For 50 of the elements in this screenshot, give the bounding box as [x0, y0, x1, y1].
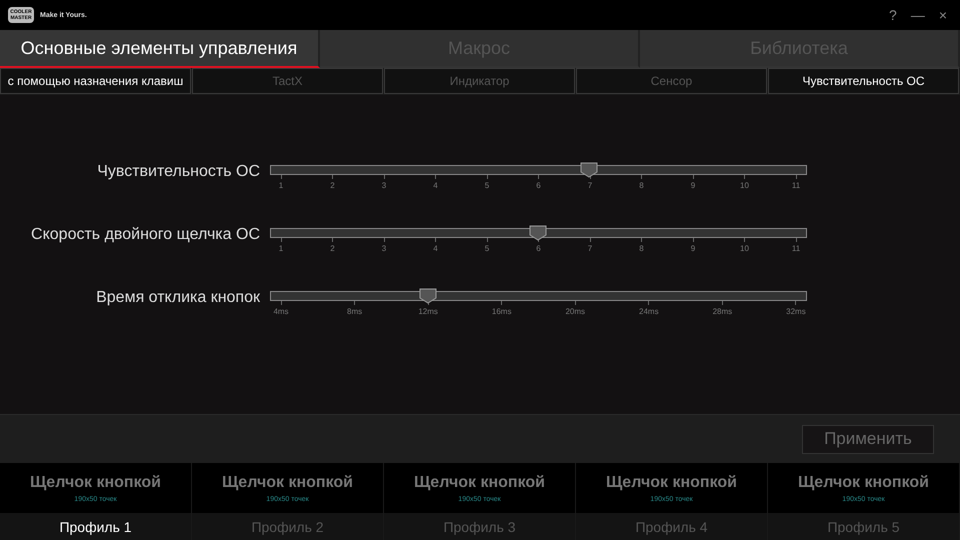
tick-label: 6 [536, 244, 541, 253]
sub-tab[interactable]: с помощью назначения клавиш [0, 68, 191, 94]
slider-track[interactable] [270, 291, 807, 301]
tick-label: 10 [740, 181, 749, 190]
tick-label: 7 [588, 244, 592, 253]
window-control-button[interactable]: × [934, 7, 952, 23]
tick-label: 5 [484, 181, 490, 190]
tick-label: 7 [588, 181, 592, 190]
tick-label: 4ms [273, 307, 289, 316]
window-control-button[interactable]: — [906, 7, 930, 23]
tick-label: 1 [278, 181, 284, 190]
slider-label: Скорость двойного щелчка ОС [30, 226, 261, 244]
slider-thumb[interactable] [418, 288, 437, 304]
profile-title: Щелчок кнопкой [798, 474, 929, 492]
tick-label: 6 [536, 181, 541, 190]
tick-label: 9 [690, 244, 696, 253]
main-tab[interactable]: Основные элементы управления [0, 30, 320, 68]
tick-label: 28ms [712, 307, 732, 316]
tick-label: 3 [382, 244, 386, 253]
tick-label: 10 [740, 244, 749, 253]
tick-label: 1 [278, 244, 284, 253]
profile-title: Щелчок кнопкой [414, 474, 545, 492]
tick-label: 4 [433, 244, 438, 253]
slider-track[interactable] [270, 228, 807, 238]
tick-label: 12ms [418, 307, 438, 316]
tick-label: 5 [484, 244, 490, 253]
tick-label: 8 [639, 244, 644, 253]
slider-label: Чувствительность ОС [96, 163, 261, 181]
tick-label: 24ms [639, 307, 659, 316]
tick-label: 8 [639, 181, 644, 190]
slider-track[interactable] [270, 165, 807, 175]
tick-label: 16ms [492, 307, 512, 316]
tick-label: 20ms [565, 307, 586, 316]
tick-label: 11 [792, 244, 800, 253]
slider-thumb[interactable] [580, 162, 598, 178]
sub-tab[interactable]: Чувствительность ОС [768, 68, 959, 94]
tick-label: 9 [690, 181, 696, 190]
slider-thumb[interactable] [529, 225, 547, 241]
tick-label: 32ms [786, 307, 806, 316]
tick-label: 2 [330, 244, 335, 253]
slider-label: Время отклика кнопок [95, 289, 261, 307]
tick-label: 11 [792, 181, 800, 190]
window-control-button[interactable]: ? [884, 7, 902, 23]
profile-title: Щелчок кнопкой [222, 474, 353, 492]
profile-title: Щелчок кнопкой [606, 474, 737, 492]
tick-label: 2 [330, 181, 335, 190]
profile-title: Щелчок кнопкой [30, 474, 161, 492]
tick-label: 3 [382, 181, 386, 190]
tick-label: 8ms [347, 307, 362, 316]
tick-label: 4 [433, 181, 438, 190]
